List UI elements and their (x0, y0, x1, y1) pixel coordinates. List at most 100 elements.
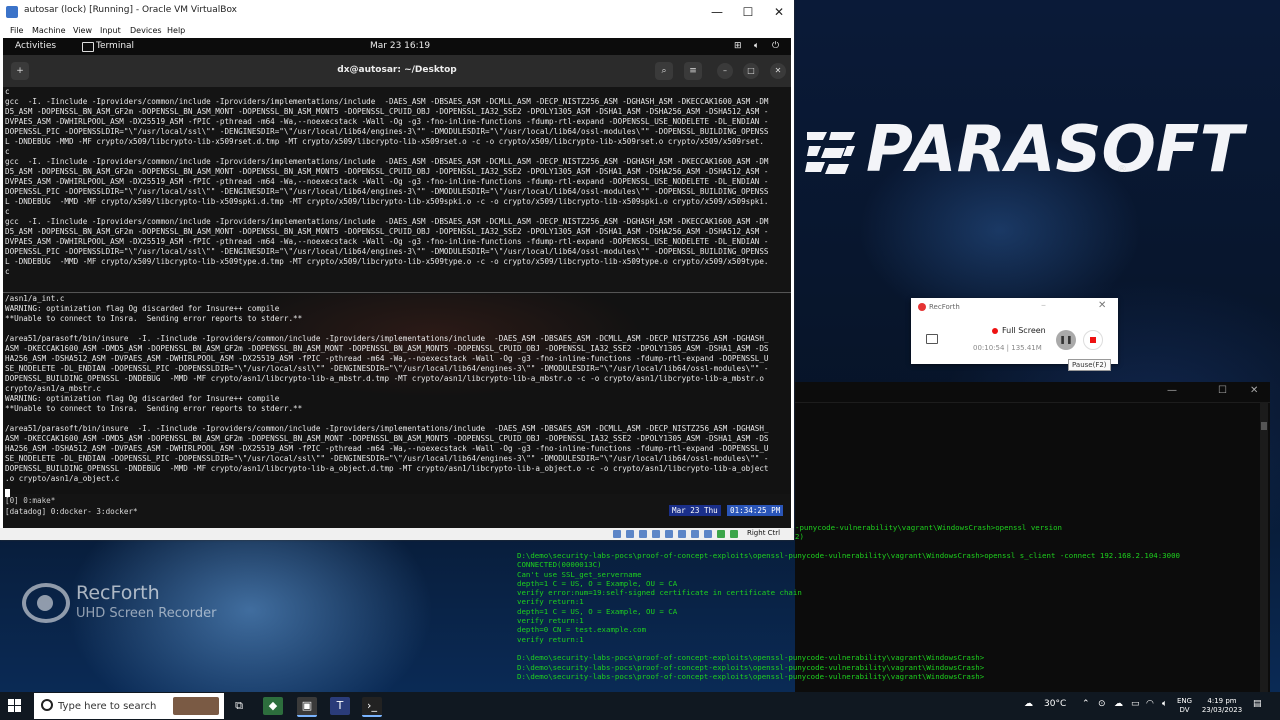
mouse-integration-icon[interactable] (730, 530, 738, 538)
tmux-time: 01:34:25 PM (727, 505, 784, 516)
hamburger-menu-icon[interactable]: ≡ (684, 62, 702, 80)
cmd-window[interactable]: — ☐ ✕ -punycode-vulnerability\vagrant\Wi… (517, 382, 1270, 692)
teams-icon[interactable]: T (330, 697, 350, 715)
language-code: ENG (1177, 697, 1193, 705)
power-icon[interactable]: ⏻ (772, 41, 779, 51)
close-icon[interactable]: ✕ (764, 4, 794, 20)
pane-divider[interactable] (3, 292, 791, 293)
close-icon[interactable]: ✕ (1098, 300, 1106, 311)
terminal-app-icon (82, 42, 94, 52)
wifi-icon[interactable]: ◠ (1146, 699, 1154, 709)
maximize-icon[interactable]: ☐ (733, 4, 763, 20)
task-view-icon[interactable]: ⧉ (229, 697, 249, 715)
app-menu-terminal[interactable]: Terminal (96, 41, 134, 51)
build-output-bottom: /asn1/a_int.c WARNING: optimization flag… (5, 294, 769, 483)
recording-dot-icon (992, 328, 998, 334)
tray-app-icon[interactable]: ⊙ (1098, 699, 1106, 709)
language-indicator[interactable]: ENG DV (1177, 697, 1192, 715)
search-placeholder: Type here to search (58, 701, 157, 712)
windows-start-icon[interactable] (8, 699, 22, 713)
pause-tooltip: Pause(F2) (1068, 359, 1111, 371)
vbox-title: autosar (lock) [Running] - Oracle VM Vir… (24, 5, 238, 15)
show-hidden-icons-icon[interactable]: ⌃ (1082, 699, 1090, 709)
audio-icon[interactable] (639, 530, 647, 538)
minimize-icon[interactable]: – (1041, 300, 1046, 311)
tmux-window-list: [0] 0:make* (5, 496, 56, 505)
build-output-top: c gcc -I. -Iinclude -Iproviders/common/i… (5, 87, 769, 276)
capture-mode[interactable]: Full Screen (1002, 326, 1046, 335)
close-icon[interactable]: ✕ (770, 63, 786, 79)
clock-date: 23/03/2023 (1201, 706, 1243, 714)
minimize-icon[interactable]: — (702, 4, 732, 20)
usb-icon[interactable] (665, 530, 673, 538)
minimize-icon[interactable]: — (1167, 385, 1177, 396)
cmd-titlebar[interactable]: — ☐ ✕ (795, 382, 1270, 403)
cmd-scrollbar[interactable] (1260, 402, 1268, 692)
network-adapter-icon[interactable] (652, 530, 660, 538)
file-size: 135.41M (1011, 344, 1042, 352)
parasoft-logo-text: PARASOFT (866, 113, 1244, 187)
recforth-icon (918, 303, 926, 311)
cmd-output[interactable]: D:\demo\security-labs-pocs\proof-of-conc… (517, 551, 1180, 681)
notification-icon[interactable]: ▤ (1253, 699, 1262, 709)
menu-input[interactable]: Input (100, 26, 121, 35)
recforth-watermark-title: RecForth (76, 582, 160, 604)
gnome-top-bar: Activities Terminal Mar 23 16:19 ⊞ 🔈︎ ⏻ (3, 38, 791, 55)
tmux-session-bar: [datadog] 0:docker- 3:docker* (5, 507, 138, 516)
menu-help[interactable]: Help (167, 26, 185, 35)
hdd-icon[interactable] (613, 530, 621, 538)
vbox-menubar: File Machine View Input Devices Help (0, 24, 794, 38)
pause-button[interactable]: ❚❚ (1056, 330, 1076, 350)
cpu-icon[interactable] (717, 530, 725, 538)
cmd-previous-output: -punycode-vulnerability\vagrant\WindowsC… (795, 523, 1062, 542)
shared-folder-icon[interactable] (678, 530, 686, 538)
keyboard-layout: DV (1179, 706, 1190, 714)
elapsed-time: 00:10:54 (973, 344, 1005, 352)
gnome-clock[interactable]: Mar 23 16:19 (370, 41, 430, 51)
search-highlight-image[interactable] (173, 697, 219, 715)
registered-mark: ® (1117, 164, 1127, 175)
terminal-body[interactable]: c gcc -I. -Iinclude -Iproviders/common/i… (3, 87, 791, 528)
activities-button[interactable]: Activities (15, 41, 56, 51)
clock-time: 4:19 pm (1207, 697, 1237, 705)
search-icon (41, 699, 53, 711)
virtualbox-taskbar-icon[interactable]: ▣ (297, 697, 317, 717)
vbox-titlebar[interactable]: autosar (lock) [Running] - Oracle VM Vir… (0, 0, 794, 24)
maximize-icon[interactable]: □ (743, 63, 759, 79)
terminal-taskbar-icon[interactable]: ›_ (362, 697, 382, 717)
search-icon[interactable]: ⌕ (655, 62, 673, 80)
temperature[interactable]: 30°C (1044, 699, 1066, 709)
app-icon-1[interactable]: ◆ (263, 697, 283, 715)
display-icon[interactable] (691, 530, 699, 538)
cloud-icon[interactable]: ☁ (1114, 699, 1123, 709)
speaker-icon[interactable]: 🔈︎ (1162, 699, 1167, 709)
recforth-watermark-icon (22, 583, 70, 623)
tmux-pane-top[interactable]: c gcc -I. -Iinclude -Iproviders/common/i… (3, 87, 791, 290)
recforth-widget-title: RecForth (929, 303, 960, 311)
terminal-headerbar[interactable]: + dx@autosar: ~/Desktop ⌕ ≡ – □ ✕ (3, 55, 791, 87)
tmux-date: Mar 23 Thu (669, 505, 721, 516)
recording-icon[interactable] (704, 530, 712, 538)
tmux-pane-bottom[interactable]: /asn1/a_int.c WARNING: optimization flag… (3, 294, 791, 494)
volume-icon[interactable]: 🔈︎ (754, 41, 759, 51)
parasoft-logo-icon (805, 132, 855, 174)
menu-file[interactable]: File (10, 26, 23, 35)
virtualbox-window[interactable]: autosar (lock) [Running] - Oracle VM Vir… (0, 0, 794, 540)
vbox-statusbar: Right Ctrl (0, 528, 794, 540)
menu-devices[interactable]: Devices (130, 26, 162, 35)
weather-icon[interactable]: ☁ (1024, 699, 1033, 709)
recforth-widget[interactable]: RecForth – ✕ Full Screen 00:10:54 | 135.… (911, 298, 1118, 364)
optical-icon[interactable] (626, 530, 634, 538)
close-icon[interactable]: ✕ (1250, 385, 1258, 396)
folder-icon[interactable] (926, 334, 938, 344)
taskbar-clock[interactable]: 4:19 pm 23/03/2023 (1200, 697, 1244, 715)
network-icon[interactable]: ⊞ (734, 41, 742, 51)
guest-screen[interactable]: Activities Terminal Mar 23 16:19 ⊞ 🔈︎ ⏻ … (3, 38, 791, 528)
host-key-label: Right Ctrl (747, 529, 781, 537)
display-tray-icon[interactable]: ▭ (1131, 699, 1140, 709)
maximize-icon[interactable]: ☐ (1218, 385, 1227, 396)
stop-button[interactable] (1083, 330, 1103, 350)
menu-machine[interactable]: Machine (32, 26, 66, 35)
minimize-icon[interactable]: – (717, 63, 733, 79)
menu-view[interactable]: View (73, 26, 92, 35)
